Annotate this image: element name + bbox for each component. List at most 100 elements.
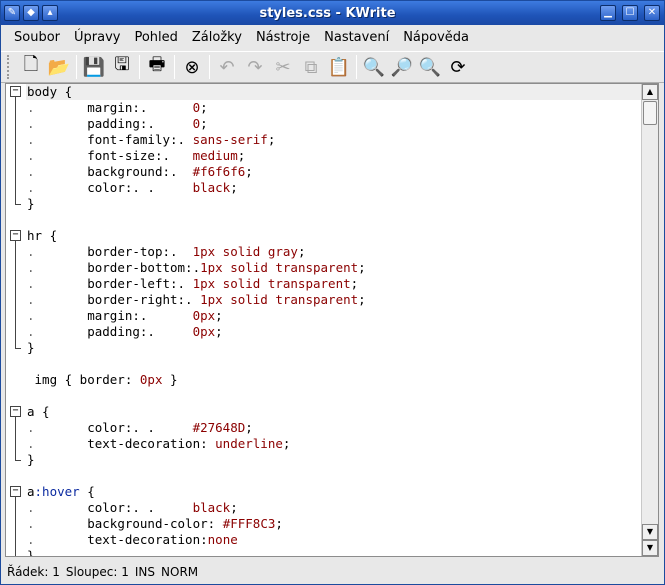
code-line[interactable] [26,388,641,404]
code-line[interactable] [26,468,641,484]
sticky-icon[interactable]: ◆ [23,5,39,21]
code-token: #f6f6f6 [192,164,246,179]
close-window-icon[interactable]: ✕ [644,5,660,21]
kwrite-window: ✎ ◆ ▴ styles.css - KWrite ▁ ☐ ✕ Soubor Úp… [0,0,665,585]
code-token: font-size:. [87,148,193,163]
code-line[interactable]: } [26,196,641,212]
find-next-icon[interactable]: 🔎 [388,53,416,81]
menu-item-6[interactable]: Nápověda [396,27,476,49]
code-token: padding:. [87,324,193,339]
code-line[interactable]: . border-left:. 1px solid transparent; [26,276,641,292]
menu-item-1[interactable]: Úpravy [67,27,127,49]
code-line[interactable]: . background-color: #FFF8C3; [26,516,641,532]
code-line[interactable]: . color:. . black; [26,180,641,196]
code-token: ; [200,116,208,131]
fold-toggle-icon[interactable]: − [10,230,21,241]
code-line[interactable]: . padding:. 0px; [26,324,641,340]
copy-icon[interactable]: ⧉ [297,53,325,81]
code-token: text-decoration: [87,436,216,451]
code-line[interactable]: . border-bottom:.1px solid transparent; [26,260,641,276]
vertical-scrollbar[interactable]: ▲ ▼ ▼ [641,84,658,556]
code-line[interactable]: . color:. . #27648D; [26,420,641,436]
code-token: background:. [87,164,193,179]
code-line[interactable]: . text-decoration: underline; [26,436,641,452]
undo-icon[interactable]: ↶ [213,53,241,81]
maximize-icon[interactable]: ☐ [622,5,638,21]
code-token: border-bottom:. [87,260,201,275]
code-line[interactable]: } [26,452,641,468]
fold-end-marker [15,348,21,349]
code-view[interactable]: body {. margin:. 0;. padding:. 0;. font-… [26,84,641,556]
open-folder-icon[interactable]: 📂 [45,53,73,81]
code-line[interactable]: . color:. . black; [26,500,641,516]
code-token: a [27,484,35,499]
cut-icon[interactable]: ✂ [269,53,297,81]
menu-item-3[interactable]: Záložky [185,27,249,49]
code-token: :hover [34,484,80,499]
menu-item-5[interactable]: Nastavení [317,27,396,49]
shade-icon[interactable]: ▴ [42,5,58,21]
code-line[interactable]: body { [26,84,641,100]
code-token: . [27,244,88,259]
text-editor[interactable]: − − − − body {. margin:. 0;. padding:. 0;. … [5,83,659,557]
code-token: 0 [192,100,201,115]
code-line[interactable]: . margin:. 0; [26,100,641,116]
code-token: underline [215,436,283,451]
toolbar-handle[interactable] [7,55,11,79]
code-token: . [27,532,88,547]
code-line[interactable]: } [26,340,641,356]
find-icon[interactable]: 🔍 [360,53,388,81]
code-token: color:. . [87,500,193,515]
paste-icon[interactable]: 📋 [325,53,353,81]
code-line[interactable]: . border-right:. 1px solid transparent; [26,292,641,308]
app-menu-icon[interactable]: ✎ [4,5,20,21]
code-token: } [27,340,35,355]
code-line[interactable]: img { border: 0px } [26,372,641,388]
code-token: ; [200,100,208,115]
status-norm: NORM [161,565,199,579]
replace-icon[interactable]: ⟳ [444,53,472,81]
new-document-icon[interactable]: 🗋 [17,53,45,81]
code-line[interactable] [26,212,641,228]
fold-toggle-icon[interactable]: − [10,486,21,497]
scroll-down-icon[interactable]: ▼ [642,524,658,540]
fold-toggle-icon[interactable]: − [10,86,21,97]
scroll-thumb[interactable] [643,101,657,125]
code-token: 1px solid transparent [200,260,359,275]
scroll-down-icon-2[interactable]: ▼ [642,540,658,556]
code-token: black [192,500,231,515]
fold-range-line [15,497,16,556]
save-icon[interactable]: 💾 [80,53,108,81]
code-line[interactable]: . border-top:. 1px solid gray; [26,244,641,260]
code-line[interactable]: . text-decoration:none [26,532,641,548]
code-token: margin:. [87,308,193,323]
menu-item-0[interactable]: Soubor [7,27,67,49]
redo-icon[interactable]: ↷ [241,53,269,81]
menu-item-4[interactable]: Nástroje [249,27,317,49]
code-line[interactable]: hr { [26,228,641,244]
menu-item-2[interactable]: Pohled [127,27,184,49]
code-line[interactable]: a:hover { [26,484,641,500]
code-line[interactable]: . font-family:. sans-serif; [26,132,641,148]
code-token: border-left:. [87,276,193,291]
close-document-icon[interactable]: ⊗ [178,53,206,81]
code-line[interactable]: . background:. #f6f6f6; [26,164,641,180]
code-token: 0px [139,372,163,387]
scroll-up-icon[interactable]: ▲ [642,84,658,100]
code-line[interactable]: . padding:. 0; [26,116,641,132]
minimize-icon[interactable]: ▁ [600,5,616,21]
find-previous-icon[interactable]: 🔍 [416,53,444,81]
code-token: ; [297,244,306,259]
code-line[interactable]: a { [26,404,641,420]
code-token: ; [245,420,253,435]
code-line[interactable]: . margin:. 0px; [26,308,641,324]
code-line[interactable]: . font-size:. medium; [26,148,641,164]
fold-toggle-icon[interactable]: − [10,406,21,417]
code-token: ; [245,164,253,179]
code-token: . [27,260,88,275]
code-token: 0 [192,116,201,131]
code-line[interactable] [26,356,641,372]
save-as-icon[interactable]: 🖫 [108,53,136,81]
print-icon[interactable]: 🖶 [143,53,171,81]
code-line[interactable]: } [26,548,641,556]
